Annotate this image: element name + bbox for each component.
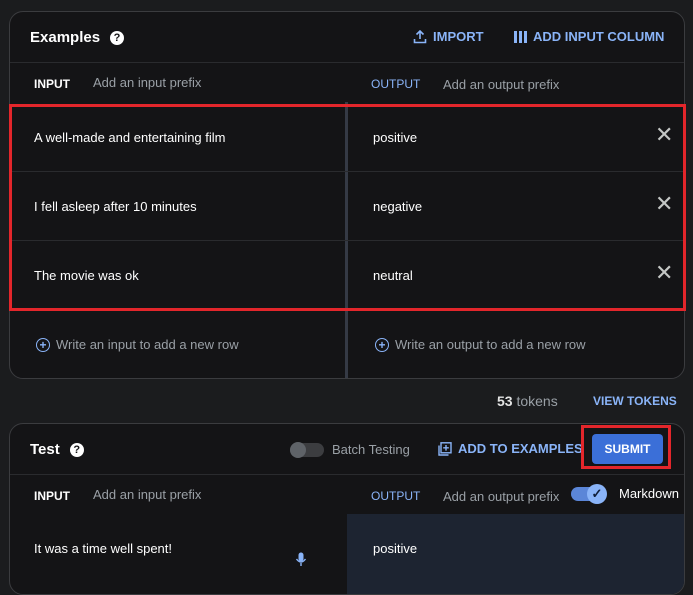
header-divider — [10, 474, 684, 475]
output-prefix-field[interactable]: Add an output prefix — [443, 77, 559, 92]
import-label: IMPORT — [433, 29, 484, 44]
add-to-examples-label: ADD TO EXAMPLES — [458, 441, 583, 456]
input-column-header: INPUT — [34, 489, 70, 503]
test-title: Test — [30, 441, 60, 458]
add-circle-icon: + — [36, 337, 50, 352]
help-icon[interactable]: ? — [110, 30, 125, 45]
batch-toggle-knob — [290, 441, 306, 458]
help-icon[interactable]: ? — [69, 442, 84, 457]
test-input-field[interactable]: It was a time well spent! — [34, 541, 172, 556]
upload-icon — [413, 29, 427, 43]
add-input-column-button[interactable]: ADD INPUT COLUMN — [514, 29, 664, 44]
token-count: 53 tokens — [497, 393, 558, 409]
batch-testing-label: Batch Testing — [332, 442, 410, 457]
columns-icon — [514, 30, 527, 43]
add-input-column-label: ADD INPUT COLUMN — [533, 29, 665, 44]
rows-highlight-box — [9, 104, 686, 311]
add-box-icon — [438, 441, 452, 456]
output-column-header: OUTPUT — [371, 77, 421, 91]
import-button[interactable]: IMPORT — [413, 29, 484, 44]
markdown-label: Markdown — [619, 486, 679, 501]
add-circle-icon: + — [375, 337, 389, 352]
token-count-value: 53 — [497, 393, 513, 409]
submit-highlight-box — [581, 425, 671, 469]
examples-title: Examples — [30, 29, 101, 46]
output-column-header: OUTPUT — [371, 489, 421, 503]
add-input-placeholder: Write an input to add a new row — [56, 337, 239, 352]
markdown-toggle[interactable]: ✓ Markdown — [571, 483, 679, 504]
batch-toggle-track[interactable] — [290, 441, 324, 458]
examples-header: Examples ? — [30, 29, 125, 46]
output-prefix-field[interactable]: Add an output prefix — [443, 489, 559, 504]
input-prefix-field[interactable]: Add an input prefix — [93, 487, 201, 502]
test-header: Test ? — [30, 441, 84, 458]
input-prefix-field[interactable]: Add an input prefix — [93, 75, 201, 90]
check-icon: ✓ — [587, 483, 607, 504]
add-output-row[interactable]: + Write an output to add a new row — [375, 337, 586, 352]
markdown-toggle-track[interactable]: ✓ — [571, 483, 607, 504]
header-divider — [10, 62, 684, 63]
add-to-examples-button[interactable]: ADD TO EXAMPLES — [438, 441, 583, 456]
input-column-header: INPUT — [34, 77, 70, 91]
token-count-label: tokens — [516, 393, 558, 409]
view-tokens-button[interactable]: VIEW TOKENS — [593, 394, 677, 408]
batch-testing-toggle[interactable]: Batch Testing — [290, 441, 410, 458]
add-output-placeholder: Write an output to add a new row — [395, 337, 586, 352]
mic-icon[interactable] — [295, 552, 307, 573]
test-output-value: positive — [373, 541, 418, 556]
add-input-row[interactable]: + Write an input to add a new row — [36, 337, 239, 352]
